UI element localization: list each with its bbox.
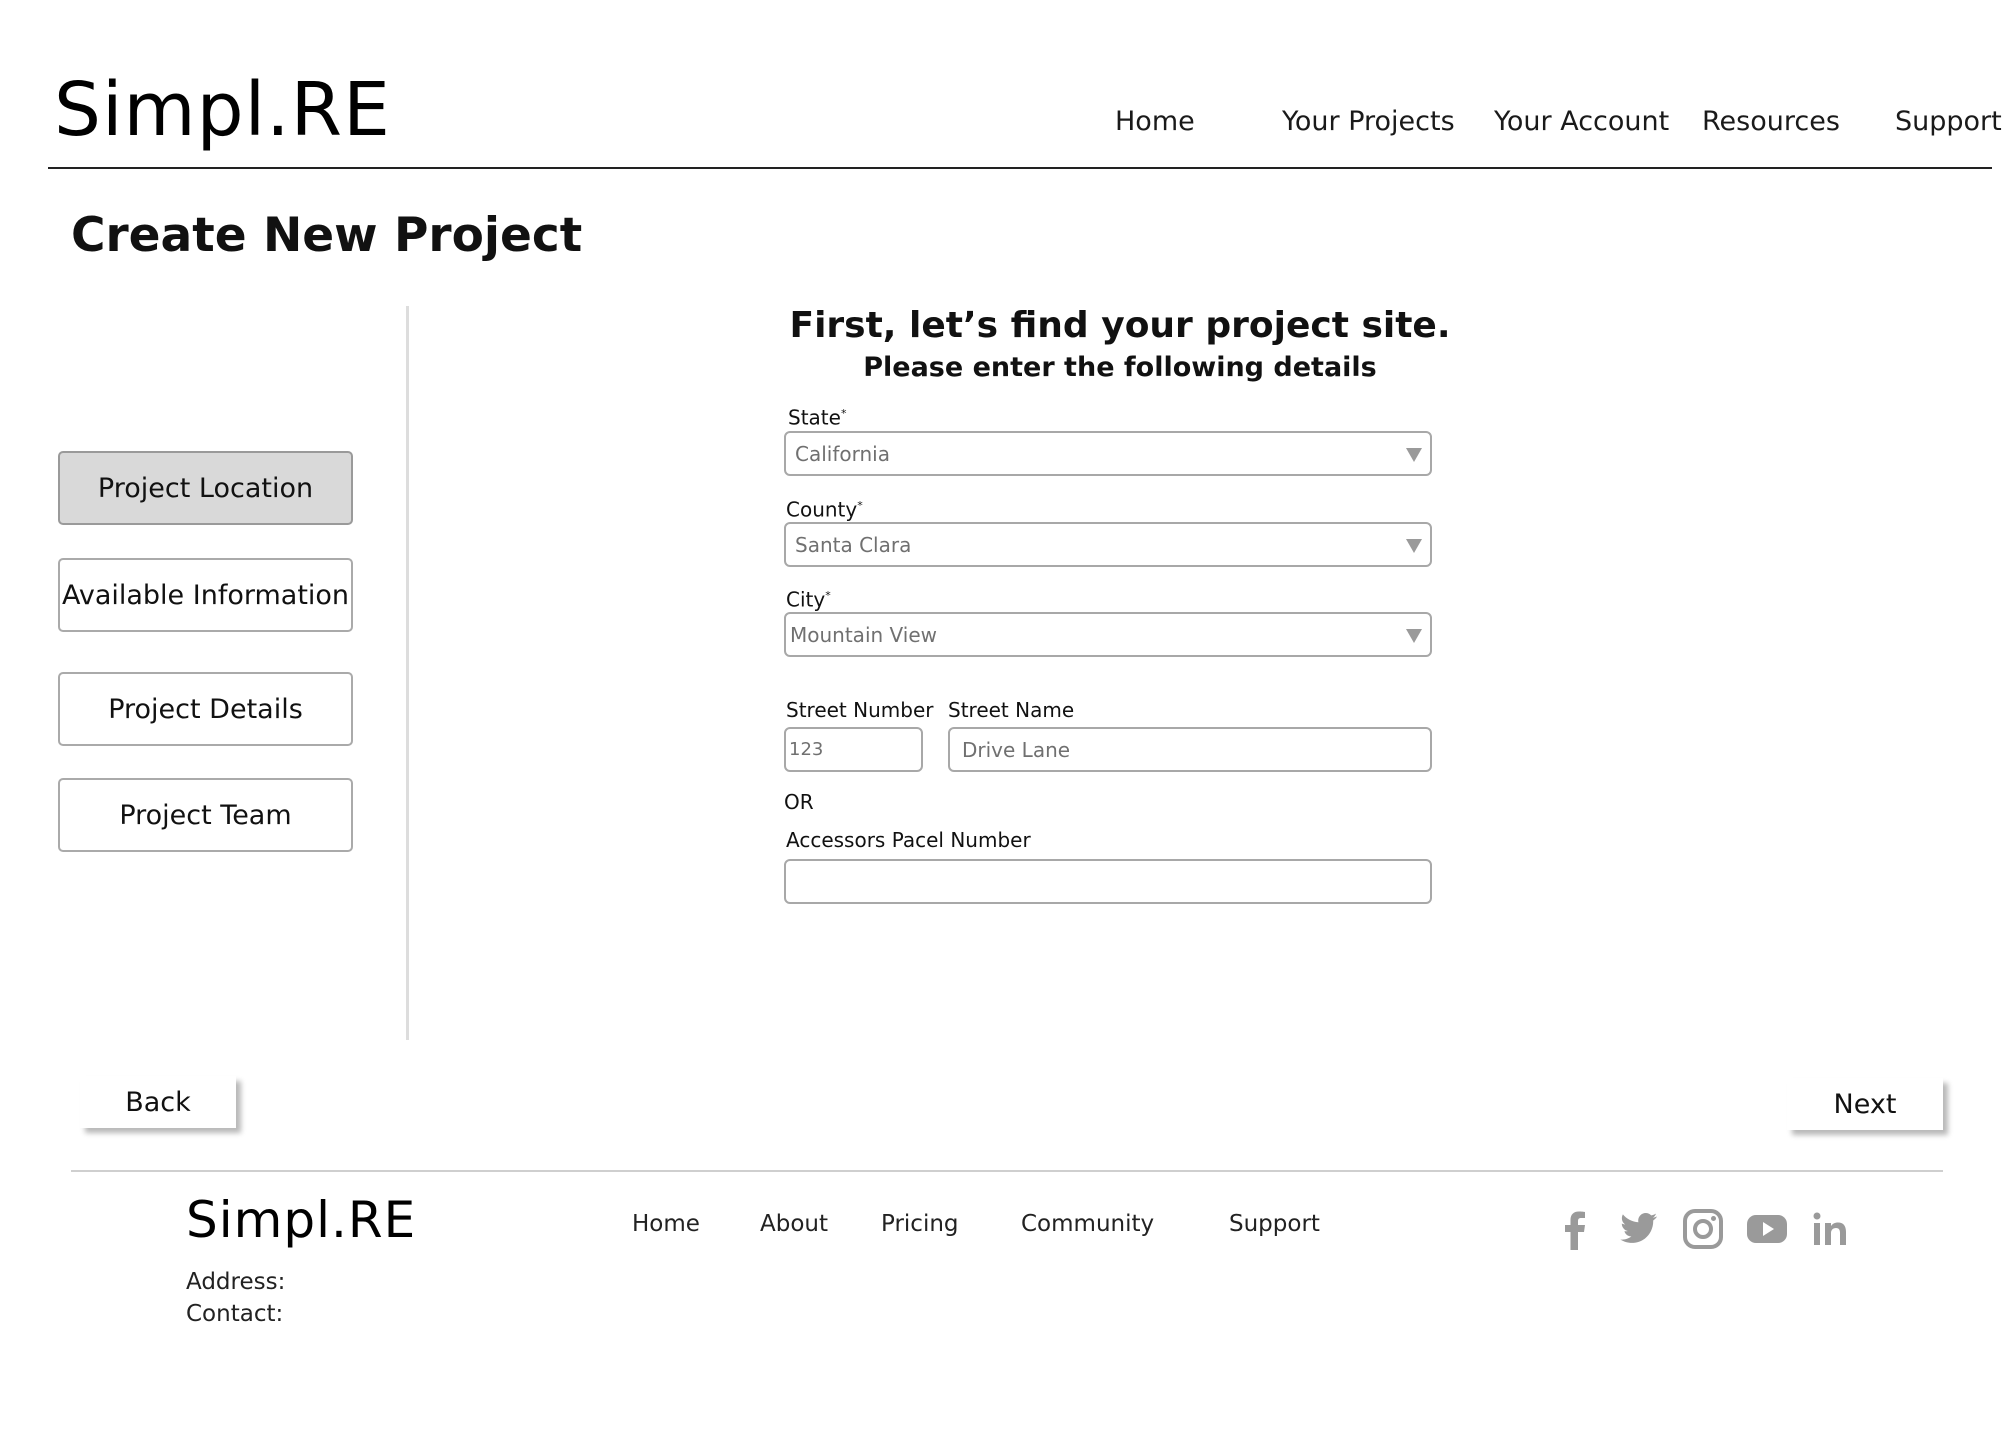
form-heading: First, let’s find your project site. (789, 305, 1451, 346)
street-number-value: 123 (789, 739, 824, 760)
street-name-label: Street Name (948, 698, 1075, 722)
nav-your-account[interactable]: Your Account (1494, 104, 1669, 140)
nav-home[interactable]: Home (1115, 104, 1195, 140)
sidebar-item-project-team[interactable]: Project Team (58, 778, 353, 852)
facebook-icon[interactable] (1553, 1207, 1597, 1251)
sidebar-item-label: Project Location (97, 472, 314, 504)
sidebar-item-label: Project Details (108, 693, 303, 725)
next-button[interactable]: Next (1787, 1078, 1943, 1130)
county-label: County* (786, 497, 863, 522)
site-logo[interactable]: Simpl.RE (54, 62, 391, 158)
parcel-number-label: Accessors Pacel Number (786, 828, 1031, 852)
sidebar-item-label: Project Team (119, 799, 292, 831)
page-title: Create New Project (71, 208, 583, 263)
street-number-label: Street Number (786, 698, 934, 722)
state-label: State* (788, 405, 847, 430)
nav-resources[interactable]: Resources (1702, 104, 1840, 140)
footer-link-community[interactable]: Community (1021, 1208, 1154, 1240)
state-value: California (795, 441, 890, 466)
sidebar-item-label: Available Information (61, 579, 350, 611)
chevron-down-icon (1406, 539, 1422, 553)
footer-divider (71, 1170, 1943, 1172)
instagram-icon[interactable] (1681, 1207, 1725, 1251)
street-name-input[interactable]: Drive Lane (948, 727, 1432, 772)
city-label: City* (786, 587, 831, 612)
footer-logo[interactable]: Simpl.RE (186, 1188, 416, 1252)
footer-link-home[interactable]: Home (632, 1208, 700, 1240)
street-name-value: Drive Lane (962, 737, 1071, 762)
back-button[interactable]: Back (80, 1076, 236, 1128)
form-subheading: Please enter the following details (863, 352, 1377, 383)
footer-link-support[interactable]: Support (1229, 1208, 1320, 1240)
city-select[interactable]: Mountain View (784, 612, 1432, 657)
footer-link-pricing[interactable]: Pricing (881, 1208, 959, 1240)
youtube-icon[interactable] (1745, 1207, 1789, 1251)
header-divider (48, 167, 1992, 169)
sidebar-item-project-details[interactable]: Project Details (58, 672, 353, 746)
chevron-down-icon (1406, 629, 1422, 643)
or-separator: OR (784, 790, 814, 814)
footer-link-about[interactable]: About (760, 1208, 828, 1240)
state-select[interactable]: California (784, 431, 1432, 476)
sidebar-divider (406, 306, 409, 1040)
nav-support[interactable]: Support (1895, 104, 2002, 140)
sidebar-item-project-location[interactable]: Project Location (58, 451, 353, 525)
parcel-number-input[interactable] (784, 859, 1432, 904)
footer-address: Address: (186, 1269, 286, 1295)
street-number-input[interactable]: 123 (784, 727, 923, 772)
county-value: Santa Clara (795, 532, 912, 557)
footer-contact: Contact: (186, 1301, 284, 1327)
city-value: Mountain View (790, 622, 937, 647)
sidebar-item-available-information[interactable]: Available Information (58, 558, 353, 632)
nav-your-projects[interactable]: Your Projects (1282, 104, 1455, 140)
twitter-icon[interactable] (1617, 1207, 1661, 1251)
linkedin-icon[interactable] (1809, 1207, 1853, 1251)
chevron-down-icon (1406, 448, 1422, 462)
county-select[interactable]: Santa Clara (784, 522, 1432, 567)
